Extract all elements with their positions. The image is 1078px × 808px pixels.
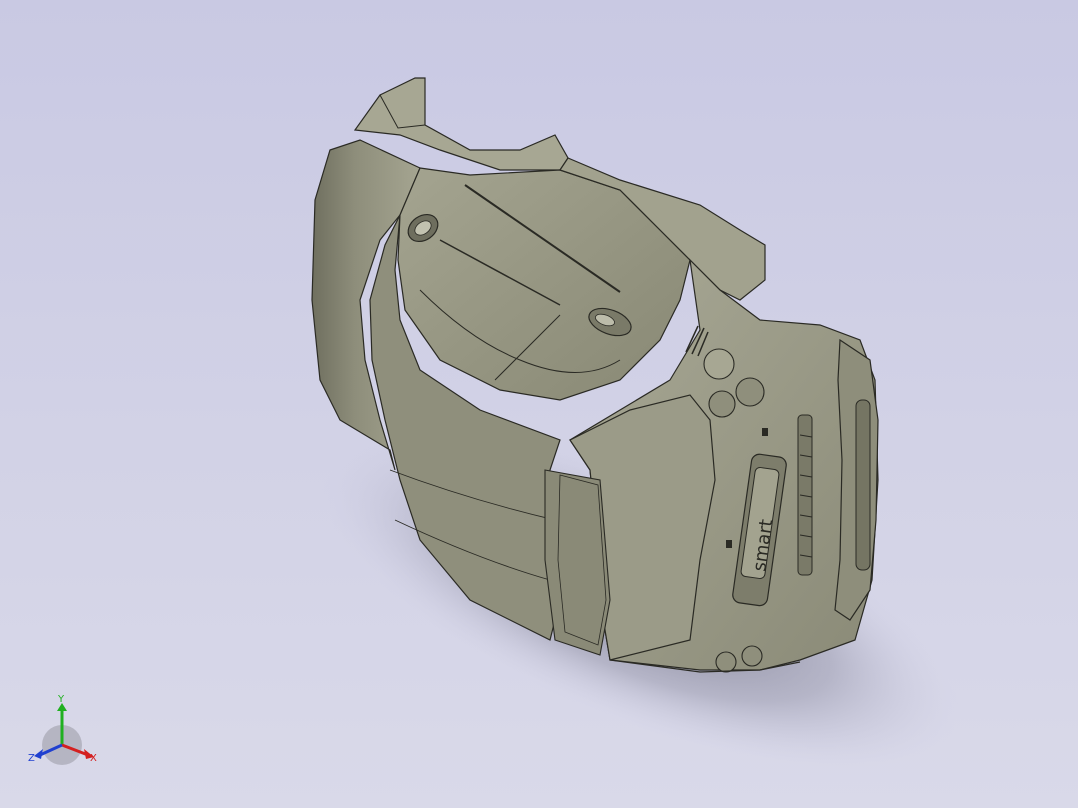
fog-lamp-2[interactable] xyxy=(708,390,736,418)
z-axis-arrow xyxy=(34,749,43,759)
small-logo-2 xyxy=(726,540,732,548)
z-axis-label: Z xyxy=(28,753,35,764)
car-body-model[interactable]: smart xyxy=(0,0,1078,808)
small-logo-1 xyxy=(762,428,768,436)
grille-slots xyxy=(797,414,813,576)
fog-lamp-1[interactable] xyxy=(703,348,735,380)
coordinate-triad: Y X Z xyxy=(28,695,97,765)
y-axis-label: Y xyxy=(57,695,65,705)
fog-lamp-4[interactable] xyxy=(715,651,737,673)
fog-lamp-5[interactable] xyxy=(741,645,763,667)
bumper-slot xyxy=(855,399,871,571)
fog-lamp-3[interactable] xyxy=(735,377,765,407)
headlight-lens xyxy=(544,469,611,656)
graphics-viewport[interactable]: smart Y X Z xyxy=(0,0,1078,808)
x-axis-label: X xyxy=(90,753,97,764)
